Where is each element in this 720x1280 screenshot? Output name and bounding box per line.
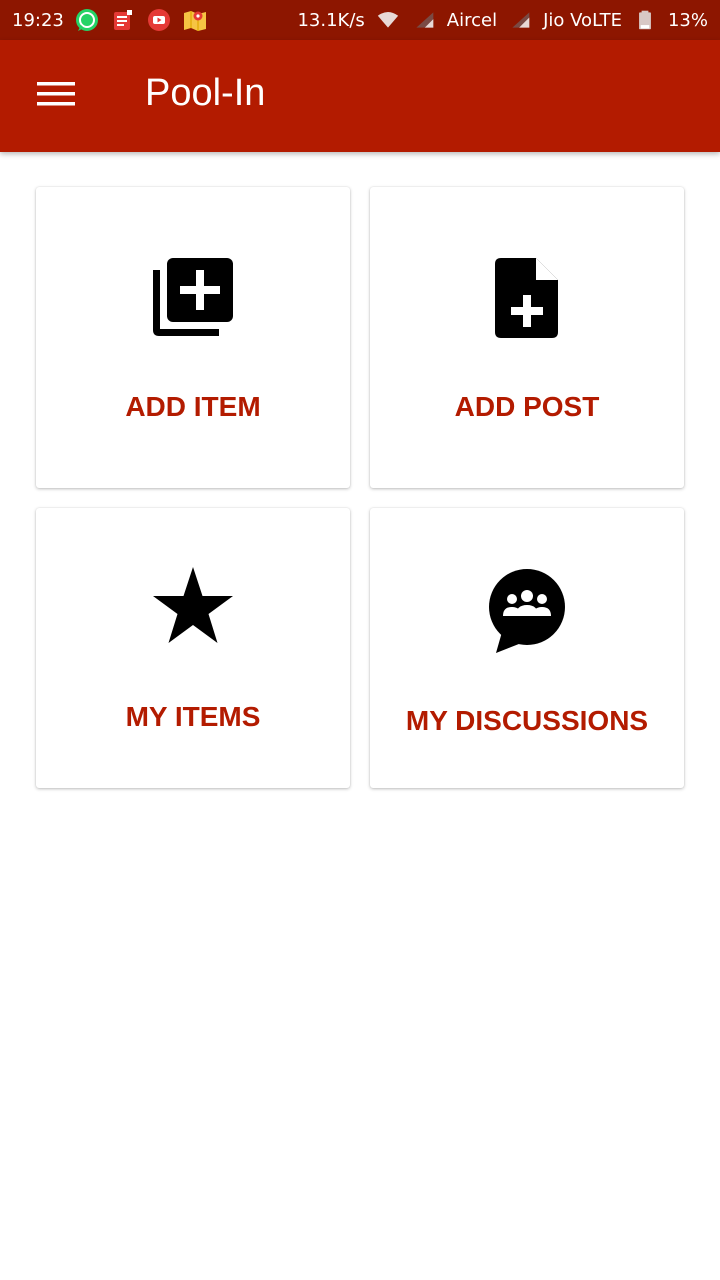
signal-icon xyxy=(507,7,533,33)
whatsapp-icon xyxy=(74,7,100,33)
my-items-card[interactable]: MY ITEMS xyxy=(36,508,350,788)
battery-percent: 13% xyxy=(667,9,708,31)
maps-icon xyxy=(182,7,208,33)
note-add-icon xyxy=(494,256,560,340)
app-title: Pool-In xyxy=(145,72,266,114)
carrier-jio: Jio VoLTE xyxy=(543,9,622,31)
add-post-label: ADD POST xyxy=(454,391,600,422)
menu-button[interactable] xyxy=(26,74,86,118)
battery-icon xyxy=(632,7,658,33)
youtube-icon xyxy=(146,7,172,33)
wifi-icon xyxy=(375,7,401,33)
library-add-icon xyxy=(151,256,235,340)
app-bar: Pool-In xyxy=(0,40,720,152)
network-speed: 13.1K/s xyxy=(297,9,365,31)
status-left: 19:23 xyxy=(12,7,208,33)
status-bar: 19:23 13.1K/s Aircel Jio VoLTE 13% xyxy=(0,0,720,40)
group-chat-icon xyxy=(488,568,566,654)
hamburger-menu-icon xyxy=(36,79,76,114)
add-item-card[interactable]: ADD ITEM xyxy=(36,187,350,488)
star-icon xyxy=(152,566,234,644)
carrier-aircel: Aircel xyxy=(446,9,498,31)
add-post-card[interactable]: ADD POST xyxy=(370,187,684,488)
add-item-label: ADD ITEM xyxy=(125,391,261,422)
my-discussions-label: MY DISCUSSIONS xyxy=(405,705,649,736)
status-time: 19:23 xyxy=(12,9,64,31)
signal-icon xyxy=(411,7,437,33)
my-discussions-card[interactable]: MY DISCUSSIONS xyxy=(370,508,684,788)
status-right: 13.1K/s Aircel Jio VoLTE 13% xyxy=(297,7,708,33)
my-items-label: MY ITEMS xyxy=(125,701,261,732)
news-icon xyxy=(110,7,136,33)
